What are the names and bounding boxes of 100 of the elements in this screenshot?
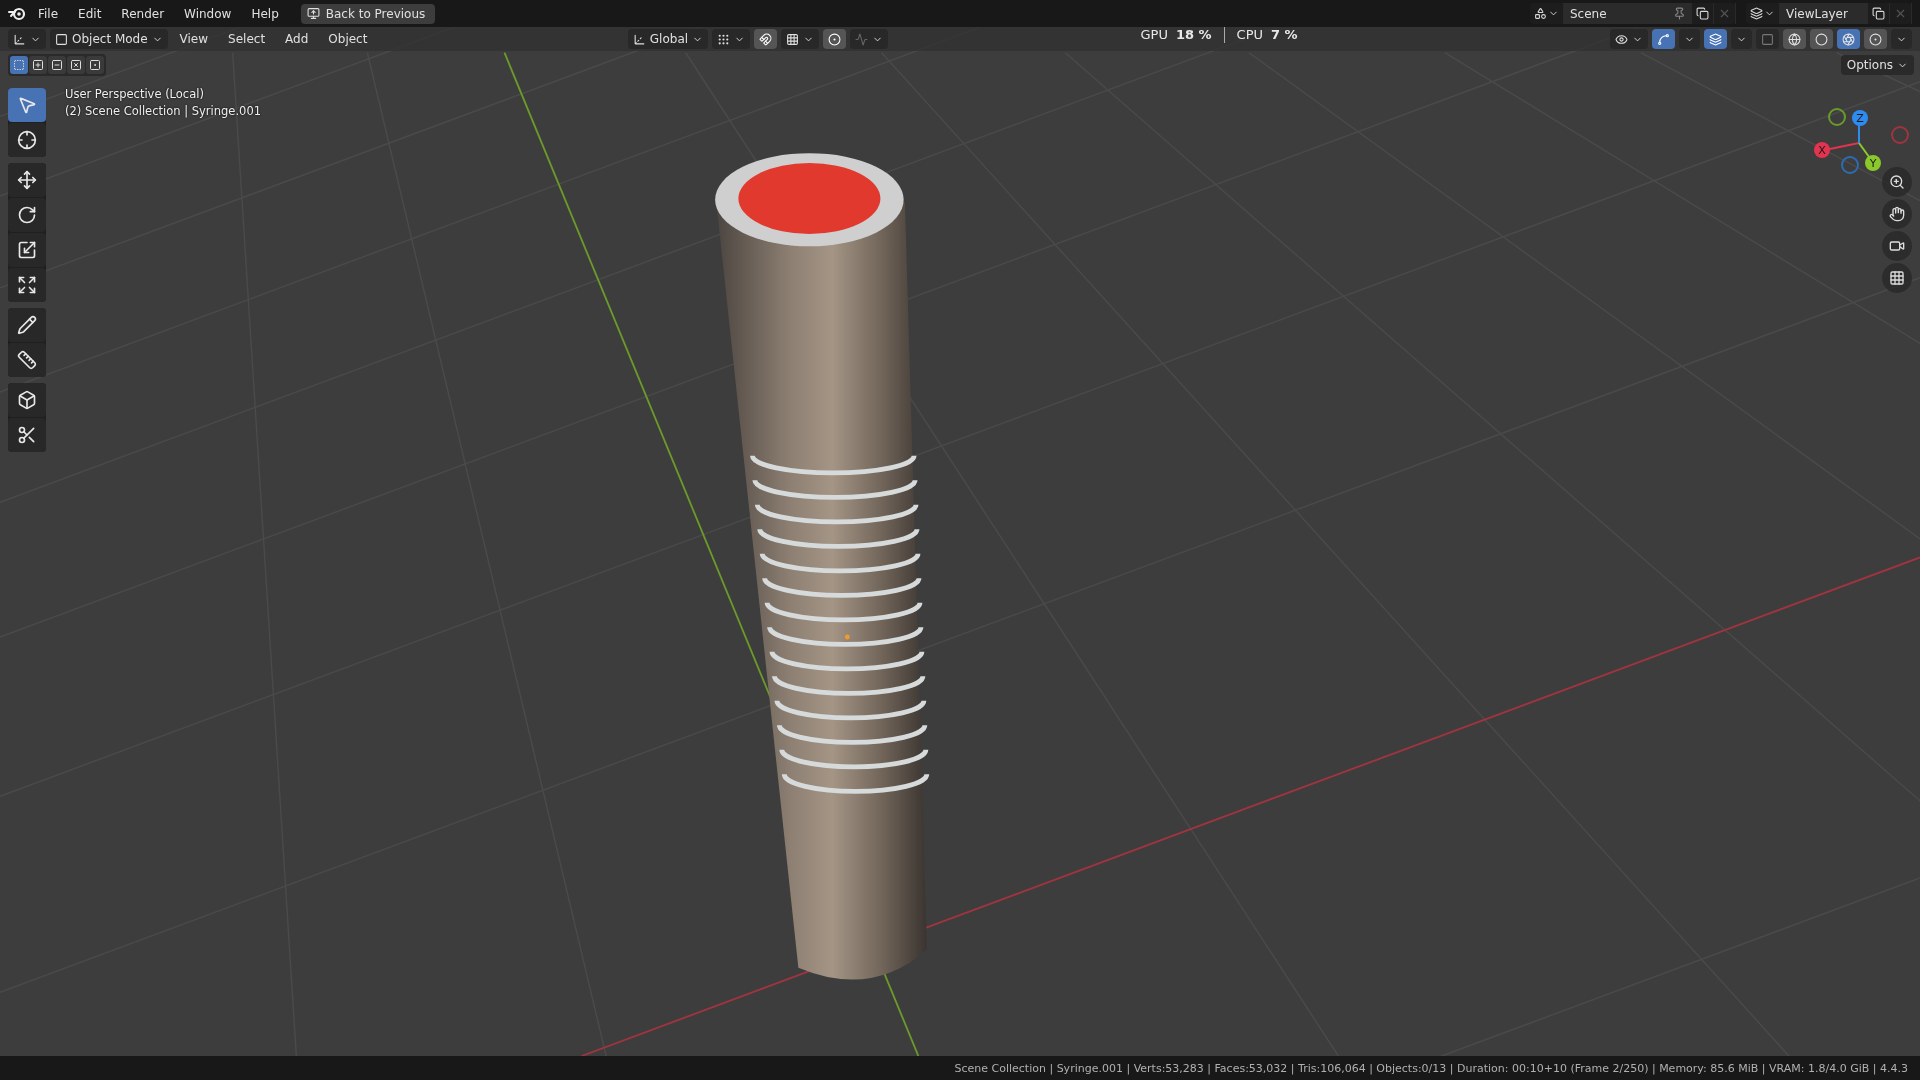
- menu-item[interactable]: Object: [320, 30, 376, 48]
- zoom-icon: [1889, 174, 1905, 190]
- menu-item[interactable]: Render: [113, 3, 173, 24]
- hand-icon: [1889, 206, 1905, 222]
- annotate-tool[interactable]: [8, 308, 46, 342]
- cut-tool[interactable]: [8, 418, 46, 452]
- editor-type-button[interactable]: [8, 29, 46, 49]
- grid-icon: [786, 32, 800, 46]
- viewport-info-text: (2) Scene Collection | Syringe.001: [65, 104, 262, 118]
- visibility-dropdown[interactable]: [1610, 29, 1648, 49]
- select-mode-button[interactable]: [29, 56, 47, 74]
- rendered-shading-icon: [1869, 32, 1882, 46]
- cube-icon: [17, 390, 37, 410]
- usage-stat: GPU 18 %: [1140, 27, 1212, 42]
- logo-icon[interactable]: [8, 5, 26, 22]
- snap-target-dropdown[interactable]: [781, 29, 820, 49]
- pencil-icon: [17, 315, 37, 335]
- shading-button[interactable]: [1810, 29, 1833, 49]
- expand-icon: [17, 275, 37, 295]
- axis-handle[interactable]: [1828, 108, 1846, 126]
- transform-tool[interactable]: [8, 268, 46, 302]
- select-mode-button[interactable]: [48, 56, 66, 74]
- add-cube-tool[interactable]: [8, 383, 46, 417]
- menu-item[interactable]: Edit: [70, 3, 110, 24]
- grid-icon: [1889, 270, 1905, 286]
- mode-dropdown[interactable]: Object Mode: [50, 29, 168, 49]
- select-mode-button[interactable]: [67, 56, 85, 74]
- copy-icon: [1872, 7, 1885, 20]
- magnet-icon: [759, 32, 773, 46]
- orientation-dropdown[interactable]: Global: [627, 29, 709, 49]
- monitor-icon: [306, 7, 320, 20]
- square-x-icon: [70, 59, 82, 71]
- shading-button[interactable]: [1837, 29, 1860, 49]
- square-icon: [55, 32, 68, 46]
- menu-item[interactable]: Select: [220, 30, 274, 48]
- pin-icon: [1673, 7, 1686, 20]
- select-mode-button[interactable]: [10, 56, 28, 74]
- eye-icon: [1615, 32, 1628, 46]
- axis-ball[interactable]: Z: [1852, 110, 1868, 126]
- layers-icon: [1750, 7, 1763, 20]
- solid-shading-icon: [1815, 32, 1828, 46]
- axes-icon: [13, 32, 26, 46]
- scale-tool[interactable]: [8, 233, 46, 267]
- curve-icon: [855, 32, 869, 46]
- axis-ball[interactable]: Y: [1865, 155, 1881, 171]
- square-icon: [1761, 32, 1774, 46]
- ortho-button[interactable]: [1882, 263, 1912, 293]
- dashed-square-icon: [13, 59, 25, 71]
- gizmo-toggle[interactable]: [1652, 29, 1675, 49]
- axis-ball[interactable]: X: [1814, 142, 1830, 158]
- axes-icon: [632, 32, 646, 46]
- shading-button[interactable]: [1864, 29, 1887, 49]
- back-to-previous-button[interactable]: Back to Previous: [300, 3, 436, 24]
- axis-handle[interactable]: [1841, 156, 1859, 174]
- copy-icon: [1696, 7, 1709, 20]
- overlays-toggle[interactable]: [1704, 29, 1727, 49]
- rotate-icon: [17, 205, 37, 225]
- ruler-icon: [17, 350, 37, 370]
- snap-toggle[interactable]: [754, 29, 778, 49]
- pan-button[interactable]: [1882, 199, 1912, 229]
- options-dropdown[interactable]: Options: [1840, 55, 1914, 75]
- proportional-edit-toggle[interactable]: [823, 29, 847, 49]
- select-tool[interactable]: [8, 88, 46, 122]
- camera-button[interactable]: [1882, 231, 1912, 261]
- menu-item[interactable]: View: [171, 30, 217, 48]
- usage-stat: CPU 7 %: [1236, 27, 1298, 42]
- square-plus-icon: [32, 59, 44, 71]
- status-text: Scene Collection | Syringe.001 | Verts:53,283 | Faces:53,032 | Tris:106,064 | Objects:0/13 | Duration: 00:10+10 (Frame 2/250) | Memory: 85.6 MiB | VRAM: 1.8/4.0 GiB | 4.4.3: [954, 1061, 1908, 1075]
- zoom-button[interactable]: [1882, 167, 1912, 197]
- shading-button[interactable]: [1783, 29, 1806, 49]
- menu-item[interactable]: Window: [176, 3, 240, 24]
- scene-selector[interactable]: Scene: [1530, 3, 1736, 24]
- layers-icon: [1709, 32, 1722, 46]
- pointer-icon: [17, 95, 37, 115]
- camera-icon: [1889, 238, 1905, 254]
- material-shading-icon: [1842, 32, 1855, 46]
- curve-arrow-icon: [1657, 32, 1670, 46]
- cursor-tool[interactable]: [8, 123, 46, 157]
- close-icon: [1894, 7, 1907, 20]
- viewport-info-text: User Perspective (Local): [65, 87, 205, 101]
- menu-item[interactable]: File: [30, 3, 67, 24]
- close-icon: [1718, 7, 1731, 20]
- move-tool[interactable]: [8, 163, 46, 197]
- square-minus-icon: [51, 59, 63, 71]
- axis-handle[interactable]: [1891, 126, 1909, 144]
- crosshair-icon: [17, 130, 37, 150]
- measure-tool[interactable]: [8, 343, 46, 377]
- select-mode-button[interactable]: [86, 56, 104, 74]
- move-icon: [17, 170, 37, 190]
- target-icon: [828, 32, 842, 46]
- view-layer-selector[interactable]: ViewLayer: [1746, 3, 1912, 24]
- rotate-tool[interactable]: [8, 198, 46, 232]
- scale-icon: [17, 240, 37, 260]
- shapes-icon: [1534, 7, 1547, 20]
- dots-icon: [717, 32, 731, 46]
- menu-item[interactable]: Help: [243, 3, 287, 24]
- pivot-dropdown[interactable]: [712, 29, 751, 49]
- xray-toggle[interactable]: [1756, 29, 1779, 49]
- menu-item[interactable]: Add: [277, 30, 317, 48]
- wireframe-shading-icon: [1788, 32, 1801, 46]
